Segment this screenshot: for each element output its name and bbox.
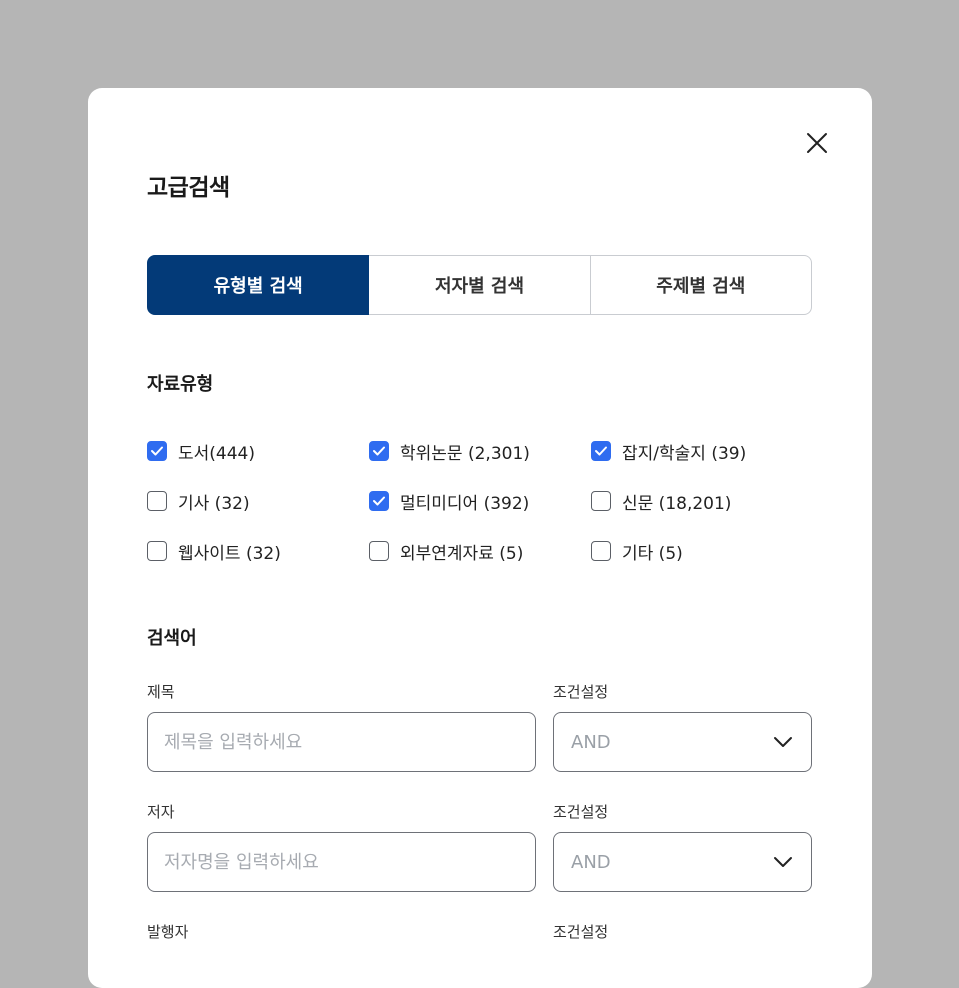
check-icon — [373, 446, 385, 456]
select-value: AND — [571, 851, 611, 873]
check-icon — [595, 446, 607, 456]
checkbox[interactable] — [147, 541, 167, 561]
checkbox-label: 기사 (32) — [178, 493, 250, 514]
author-input[interactable] — [147, 832, 536, 892]
checkbox[interactable] — [147, 491, 167, 511]
checkbox-item-newspapers[interactable]: 신문 (18,201) — [591, 476, 812, 526]
modal-title: 고급검색 — [147, 175, 230, 201]
check-icon — [373, 496, 385, 506]
tab-type-search[interactable]: 유형별 검색 — [147, 255, 370, 315]
checkbox[interactable] — [591, 541, 611, 561]
tab-author-search[interactable]: 저자별 검색 — [369, 255, 591, 315]
close-icon — [807, 133, 827, 153]
checkbox-item-other[interactable]: 기타 (5) — [591, 526, 812, 576]
checkbox-item-theses[interactable]: 학위논문 (2,301) — [369, 426, 591, 476]
publisher-condition-label: 조건설정 — [553, 923, 609, 941]
checkbox-label: 웹사이트 (32) — [178, 543, 281, 564]
material-type-heading: 자료유형 — [147, 374, 214, 395]
select-value: AND — [571, 731, 611, 753]
checkbox[interactable] — [369, 491, 389, 511]
checkbox-label: 신문 (18,201) — [622, 493, 732, 514]
checkbox-item-articles[interactable]: 기사 (32) — [147, 476, 369, 526]
search-type-tabs: 유형별 검색 저자별 검색 주제별 검색 — [147, 255, 812, 315]
checkbox[interactable] — [591, 441, 611, 461]
checkbox-label: 멀티미디어 (392) — [400, 493, 530, 514]
checkbox-label: 기타 (5) — [622, 543, 683, 564]
checkbox-item-journals[interactable]: 잡지/학술지 (39) — [591, 426, 812, 476]
author-field-label: 저자 — [147, 803, 175, 821]
search-terms-heading: 검색어 — [147, 628, 197, 649]
material-type-checkbox-group: 도서(444) 학위논문 (2,301) 잡지/학술지 (39) 기사 (32)… — [147, 426, 812, 576]
publisher-field-label: 발행자 — [147, 923, 189, 941]
checkbox-label: 잡지/학술지 (39) — [622, 443, 747, 464]
checkbox-item-external-resources[interactable]: 외부연계자료 (5) — [369, 526, 591, 576]
checkbox-label: 도서(444) — [178, 443, 255, 464]
title-field-label: 제목 — [147, 683, 175, 701]
advanced-search-modal: 고급검색 유형별 검색 저자별 검색 주제별 검색 자료유형 도서(444) 학… — [88, 88, 872, 988]
title-condition-select[interactable]: AND — [553, 712, 812, 772]
check-icon — [151, 446, 163, 456]
checkbox-item-multimedia[interactable]: 멀티미디어 (392) — [369, 476, 591, 526]
title-condition-label: 조건설정 — [553, 683, 609, 701]
checkbox-item-websites[interactable]: 웹사이트 (32) — [147, 526, 369, 576]
checkbox[interactable] — [369, 441, 389, 461]
chevron-down-icon — [774, 857, 792, 867]
checkbox-item-books[interactable]: 도서(444) — [147, 426, 369, 476]
chevron-down-icon — [774, 737, 792, 747]
checkbox[interactable] — [369, 541, 389, 561]
title-input[interactable] — [147, 712, 536, 772]
checkbox[interactable] — [591, 491, 611, 511]
close-button[interactable] — [804, 130, 830, 156]
checkbox-label: 학위논문 (2,301) — [400, 443, 530, 464]
author-condition-label: 조건설정 — [553, 803, 609, 821]
checkbox-label: 외부연계자료 (5) — [400, 543, 524, 564]
tab-subject-search[interactable]: 주제별 검색 — [590, 255, 812, 315]
checkbox[interactable] — [147, 441, 167, 461]
author-condition-select[interactable]: AND — [553, 832, 812, 892]
